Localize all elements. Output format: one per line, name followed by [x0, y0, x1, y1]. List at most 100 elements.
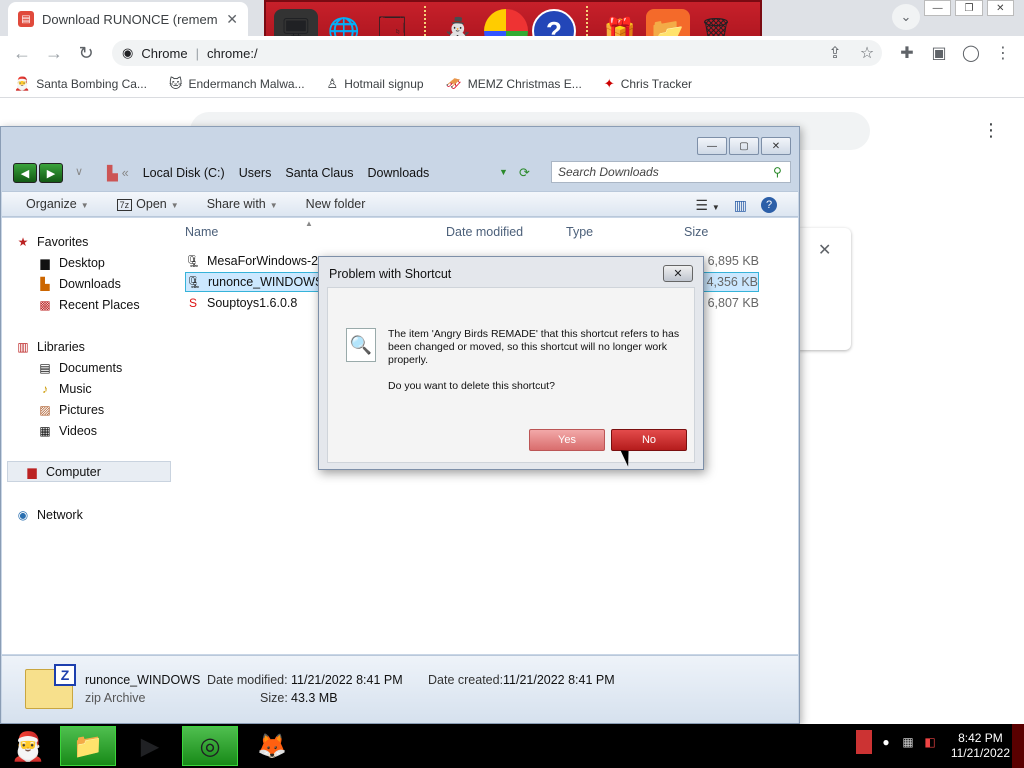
details-date-modified-label: Date modified: [207, 673, 288, 687]
recent-pages-chevron-icon[interactable]: ∨ [75, 165, 83, 178]
nav-label: Libraries [37, 339, 85, 354]
close-icon[interactable]: ✕ [761, 137, 791, 155]
breadcrumb[interactable]: ▙ « Local Disk (C:) Users Santa Claus Do… [107, 161, 543, 185]
breadcrumb-item[interactable]: Santa Claus [285, 166, 353, 180]
dialog-close-icon[interactable]: ✕ [663, 265, 693, 282]
system-tray: ● ▦ ◧ [856, 730, 938, 754]
nav-recent-places[interactable]: ▩ Recent Places [15, 294, 171, 315]
minimize-icon[interactable]: — [697, 137, 727, 155]
nav-computer[interactable]: ▆ Computer [7, 461, 171, 482]
no-button[interactable]: No [611, 429, 687, 451]
search-icon[interactable]: ⚲ [773, 165, 782, 179]
start-santa-icon[interactable]: 🎅 [4, 726, 52, 766]
column-date-modified[interactable]: Date modified [446, 225, 566, 243]
libraries-icon: ▥ [17, 339, 29, 354]
taskbar-explorer-icon[interactable]: 📁 [60, 726, 116, 766]
minimize-icon[interactable]: — [924, 0, 952, 16]
network-icon: ◉ [17, 507, 29, 522]
nav-pictures[interactable]: ▨ Pictures [15, 399, 171, 420]
new-folder-button[interactable]: New folder [306, 197, 366, 211]
computer-icon: ▆ [27, 464, 37, 479]
address-dropdown-icon[interactable]: ▼ [499, 167, 508, 177]
search-input[interactable]: Search Downloads [551, 161, 791, 183]
view-options-icon[interactable]: ☰ ▼ [695, 197, 719, 214]
nav-desktop[interactable]: ▆ Desktop [15, 252, 171, 273]
maximize-icon[interactable]: ▢ [729, 137, 759, 155]
refresh-icon[interactable]: ⟳ [519, 165, 530, 181]
desktop-icon: ▆ [40, 255, 50, 270]
omnibox-label: Chrome [141, 45, 188, 61]
forward-arrow-icon[interactable]: ▶ [39, 163, 63, 183]
open-button[interactable]: 7z Open ▼ [116, 197, 179, 211]
command-bar: Organize ▼ 7z Open ▼ Share with ▼ New folder [2, 191, 798, 217]
bookmark-item[interactable]: 🛷 MEMZ Christmas E... [446, 76, 582, 92]
column-size[interactable]: Size [684, 225, 759, 243]
cat-icon: 🐱 [168, 75, 183, 91]
bookmark-item[interactable]: 🎅 Santa Bombing Ca... [14, 76, 147, 92]
back-arrow-icon[interactable]: ◀ [13, 163, 37, 183]
details-date-modified: 11/21/2022 8:41 PM [291, 673, 403, 687]
breadcrumb-item[interactable]: Users [239, 166, 272, 180]
tray-volume-icon[interactable]: ◧ [922, 730, 938, 754]
tab-close-icon[interactable]: ✕ [226, 11, 238, 28]
breadcrumb-item[interactable]: Downloads [367, 166, 429, 180]
bookmark-item[interactable]: ♙ Hotmail signup [327, 76, 424, 92]
tray-flag-icon[interactable] [856, 730, 872, 754]
tray-network-icon[interactable]: ▦ [900, 730, 916, 754]
nav-downloads[interactable]: ▙ Downloads [15, 273, 171, 294]
share-label: Share with [206, 197, 266, 211]
back-icon[interactable]: ← [10, 42, 34, 64]
nav-favorites[interactable]: ★ Favorites [15, 231, 171, 252]
taskbar-media-player-icon[interactable]: ▶ [122, 726, 178, 766]
explorer-window-controls: — ▢ ✕ [697, 137, 791, 155]
details-date-created-label: Date created: [428, 673, 504, 687]
bookmark-label: Endermanch Malwa... [188, 76, 305, 91]
taskbar-firefox-icon[interactable]: 🦊 [244, 726, 300, 766]
profile-avatar-icon[interactable]: ◯ [960, 42, 982, 64]
page-menu-icon[interactable]: ⋮ [982, 120, 1000, 141]
nav-label: Videos [59, 423, 97, 438]
bookmark-item[interactable]: 🐱 Endermanch Malwa... [169, 76, 305, 92]
forward-icon[interactable]: → [42, 42, 66, 64]
taskbar-chrome-icon[interactable]: ◎ [182, 726, 238, 766]
sort-caret-icon: ▲ [305, 219, 313, 228]
browser-tab[interactable]: ▤ Download RUNONCE (remember ✕ [8, 2, 248, 36]
chrome-menu-icon[interactable]: ⋮ [992, 42, 1014, 64]
organize-button[interactable]: Organize ▼ [26, 197, 89, 211]
help-icon[interactable]: ? [761, 197, 777, 213]
share-icon[interactable]: ⇪ [824, 42, 846, 64]
tab-search-chevron-icon[interactable]: ⌄ [892, 4, 920, 30]
taskbar-clock[interactable]: 8:42 PM 11/21/2022 [951, 731, 1010, 761]
column-type[interactable]: Type [566, 225, 684, 243]
nav-label: Recent Places [59, 297, 140, 312]
nav-music[interactable]: ♪ Music [15, 378, 171, 399]
chevron-down-icon: ▼ [269, 201, 278, 210]
nav-documents[interactable]: ▤ Documents [15, 357, 171, 378]
breadcrumb-item[interactable]: Local Disk (C:) [143, 166, 225, 180]
reload-icon[interactable]: ↻ [74, 42, 98, 64]
nav-videos[interactable]: ▦ Videos [15, 420, 171, 441]
yes-button[interactable]: Yes [529, 429, 605, 451]
file-size: 6,807 KB [707, 296, 759, 310]
explorer-nav-buttons: ◀ ▶ [13, 163, 65, 183]
clock-date: 11/21/2022 [950, 746, 1010, 760]
downloads-icon: ▙ [40, 276, 50, 291]
breadcrumb-overflow-icon[interactable]: « [122, 166, 129, 180]
column-name[interactable]: Name [185, 225, 446, 243]
address-bar[interactable]: ◉ Chrome | chrome:/ [112, 40, 882, 66]
bookmark-star-icon[interactable]: ☆ [856, 42, 878, 64]
nav-libraries[interactable]: ▥ Libraries [15, 336, 171, 357]
card-close-icon[interactable]: ✕ [818, 240, 831, 260]
tab-title: Download RUNONCE (remember [42, 11, 219, 27]
side-panel-icon[interactable]: ▣ [928, 42, 950, 64]
bookmark-label: Chris Tracker [620, 76, 693, 91]
preview-pane-icon[interactable]: ▥ [734, 197, 747, 214]
bookmark-item[interactable]: ✦ Chris Tracker [604, 76, 692, 92]
extensions-icon[interactable]: ✚ [896, 42, 918, 64]
close-icon[interactable]: ✕ [986, 0, 1014, 16]
share-with-button[interactable]: Share with ▼ [207, 197, 278, 211]
show-desktop-button[interactable] [1012, 724, 1024, 768]
nav-network[interactable]: ◉ Network [15, 504, 171, 525]
restore-icon[interactable]: ❐ [955, 0, 983, 16]
